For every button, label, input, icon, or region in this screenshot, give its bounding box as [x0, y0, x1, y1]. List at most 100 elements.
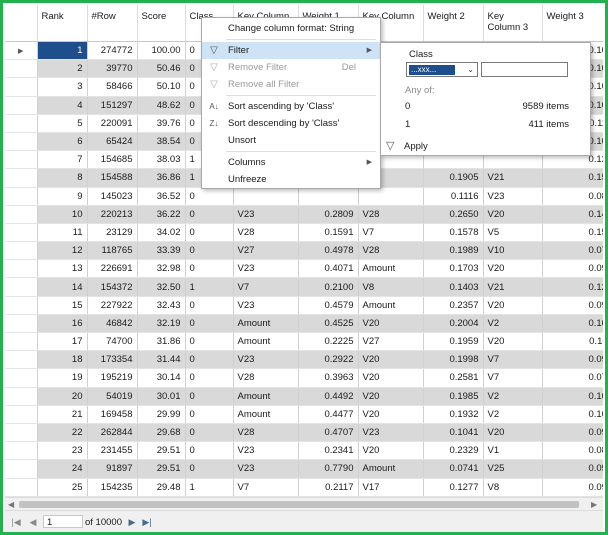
table-cell[interactable]: 0	[185, 314, 234, 334]
table-cell[interactable]: V20	[358, 405, 424, 424]
previous-page-icon[interactable]: ◀	[27, 517, 39, 527]
table-cell[interactable]: 154235	[87, 478, 138, 497]
table-cell[interactable]: 0.1611	[542, 332, 603, 352]
table-cell[interactable]: 0.2329	[423, 441, 484, 461]
table-row[interactable]: 2226284429.680V280.4707V230.1041V200.097…	[5, 423, 603, 443]
table-row[interactable]: 112312934.020V280.1591V70.1578V50.1569	[5, 223, 603, 243]
table-cell[interactable]: V7	[483, 368, 543, 388]
table-cell[interactable]: 19	[37, 368, 88, 388]
table-cell[interactable]: 4	[37, 96, 88, 115]
table-cell[interactable]: V28	[358, 205, 424, 224]
table-cell[interactable]: 220213	[87, 205, 138, 224]
table-cell[interactable]: 32.19	[137, 314, 186, 334]
table-cell[interactable]: V8	[358, 277, 424, 297]
table-cell[interactable]: 36.22	[137, 205, 186, 224]
columns-menu-item[interactable]: Columns ▶	[202, 154, 380, 171]
table-cell[interactable]: Amount	[233, 332, 299, 352]
table-cell[interactable]: 38.54	[137, 132, 186, 152]
table-cell[interactable]: 32.50	[137, 277, 186, 297]
table-cell[interactable]: 0	[185, 223, 234, 243]
remove-all-filter-menu-item[interactable]: ▽ Remove all Filter	[202, 76, 380, 93]
table-cell[interactable]: 29.48	[137, 478, 186, 497]
table-cell[interactable]: 0.1116	[423, 187, 484, 206]
table-cell[interactable]: 0.2100	[298, 277, 359, 297]
table-cell[interactable]: V23	[233, 205, 299, 224]
table-cell[interactable]: 30.14	[137, 368, 186, 388]
table-cell[interactable]: V20	[358, 314, 424, 334]
filter-value-option[interactable]: 1 411 items	[405, 119, 569, 130]
table-row[interactable]: 164684232.190Amount0.4525V200.2004V20.10…	[5, 314, 603, 334]
table-cell[interactable]: V23	[233, 259, 299, 279]
table-cell[interactable]: V1	[483, 441, 543, 461]
table-cell[interactable]: 50.46	[137, 59, 186, 79]
remove-filter-menu-item[interactable]: ▽ Remove Filter Del	[202, 59, 380, 76]
table-cell[interactable]: 6	[37, 132, 88, 152]
table-cell[interactable]: 24	[37, 459, 88, 479]
table-cell[interactable]	[233, 187, 299, 206]
table-cell[interactable]: 0.1049	[542, 405, 603, 424]
table-cell[interactable]: 0.2922	[298, 350, 359, 370]
filter-value-input[interactable]	[481, 62, 568, 77]
table-cell[interactable]: 7	[37, 150, 88, 170]
table-cell[interactable]: 11	[37, 223, 88, 243]
table-cell[interactable]: 274772	[87, 41, 138, 61]
table-cell[interactable]: 226691	[87, 259, 138, 279]
table-cell[interactable]: 0.0826	[542, 187, 603, 206]
table-row[interactable]: 1919521930.140V280.3963V200.2581V70.0776	[5, 368, 603, 388]
table-cell[interactable]: 227922	[87, 296, 138, 315]
column-header[interactable]: #Row	[87, 5, 138, 42]
table-cell[interactable]: 262844	[87, 423, 138, 443]
table-cell[interactable]: V25	[483, 459, 543, 479]
table-cell[interactable]: 0.2650	[423, 205, 484, 224]
table-cell[interactable]: 0.0975	[542, 423, 603, 443]
table-cell[interactable]: 36.52	[137, 187, 186, 206]
table-cell[interactable]: 145023	[87, 187, 138, 206]
table-cell[interactable]: V8	[483, 478, 543, 497]
table-cell[interactable]: 29.51	[137, 441, 186, 461]
table-cell[interactable]: 169458	[87, 405, 138, 424]
table-cell[interactable]: 33.39	[137, 241, 186, 261]
table-cell[interactable]: 0	[185, 368, 234, 388]
table-cell[interactable]: 0.4525	[298, 314, 359, 334]
table-cell[interactable]: 39770	[87, 59, 138, 79]
table-cell[interactable]: 0.7790	[298, 459, 359, 479]
table-cell[interactable]: 31.44	[137, 350, 186, 370]
table-cell[interactable]: 0.4492	[298, 387, 359, 406]
last-page-icon[interactable]: ▶|	[141, 517, 153, 527]
table-cell[interactable]: V7	[483, 350, 543, 370]
table-cell[interactable]: V23	[233, 350, 299, 370]
table-cell[interactable]: 3	[37, 77, 88, 97]
column-header[interactable]: Key Column 3	[483, 5, 543, 42]
table-cell[interactable]: 0.1053	[542, 387, 603, 406]
table-cell[interactable]: 0.1277	[423, 478, 484, 497]
table-cell[interactable]: V28	[233, 423, 299, 443]
table-cell[interactable]: 29.51	[137, 459, 186, 479]
table-cell[interactable]: 0.3963	[298, 368, 359, 388]
table-cell[interactable]: 0.1959	[423, 332, 484, 352]
table-cell[interactable]: 0.2341	[298, 441, 359, 461]
table-cell[interactable]: 17	[37, 332, 88, 352]
table-cell[interactable]: 100.00	[137, 41, 186, 61]
table-cell[interactable]: 20	[37, 387, 88, 406]
table-cell[interactable]: 0.4477	[298, 405, 359, 424]
table-row[interactable]: 21 169458 29.99 0 Amount 0.4477 V20 0.1932 V2 0.1…	[5, 405, 603, 424]
table-cell[interactable]: V23	[233, 296, 299, 315]
table-cell[interactable]: V21	[483, 168, 543, 188]
table-row[interactable]: 1415437232.501V70.2100V80.1403V210.1252	[5, 277, 603, 297]
table-cell[interactable]: 22	[37, 423, 88, 443]
table-cell[interactable]: 0	[185, 459, 234, 479]
table-cell[interactable]: V20	[358, 350, 424, 370]
apply-button[interactable]: ▽ Apply	[381, 138, 590, 155]
table-cell[interactable]: V23	[358, 423, 424, 443]
table-cell[interactable]: V20	[483, 259, 543, 279]
table-cell[interactable]: 46842	[87, 314, 138, 334]
table-cell[interactable]: V28	[358, 241, 424, 261]
table-cell[interactable]: 0.0741	[423, 459, 484, 479]
table-cell[interactable]: 18	[37, 350, 88, 370]
table-cell[interactable]: 32.98	[137, 259, 186, 279]
table-cell[interactable]: V10	[483, 241, 543, 261]
table-cell[interactable]: 15	[37, 296, 88, 315]
table-cell[interactable]: 0.1252	[542, 277, 603, 297]
table-cell[interactable]: 12	[37, 241, 88, 261]
table-cell[interactable]: 0.0921	[542, 259, 603, 279]
